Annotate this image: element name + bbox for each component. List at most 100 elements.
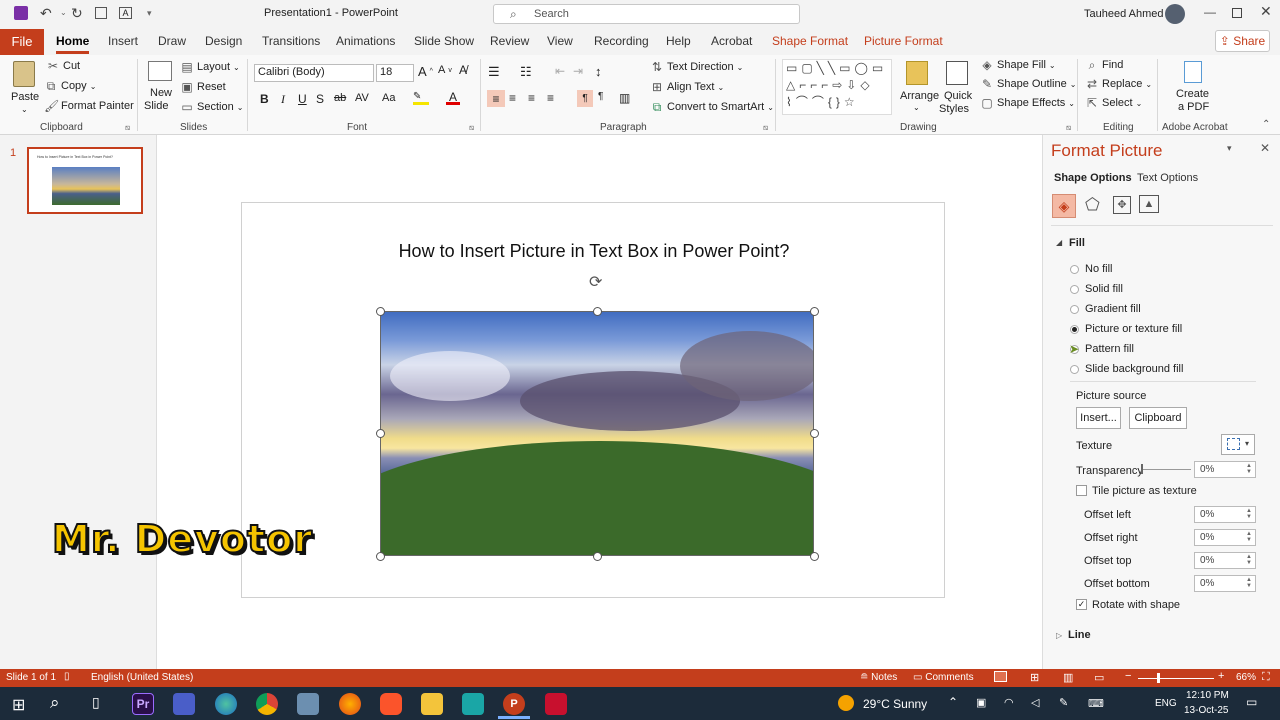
grow-font-icon[interactable]: A ^: [418, 64, 433, 79]
windows-start-icon[interactable]: ⊞: [12, 695, 25, 715]
spinner-icon[interactable]: ▲ ▼: [1246, 463, 1252, 475]
strikethrough-icon[interactable]: ab: [334, 92, 346, 104]
tab-acrobat[interactable]: Acrobat: [711, 34, 752, 48]
resize-handle[interactable]: [810, 429, 819, 438]
file-explorer-icon[interactable]: [421, 693, 443, 715]
char-spacing-icon[interactable]: AV: [355, 92, 369, 104]
rtl-icon[interactable]: ¶: [577, 90, 593, 107]
shapes-gallery[interactable]: ▭▢╲╲▭◯▭ △⌐⌐⌐⇨⇩◇ ⌇⌒⌒{}☆: [782, 59, 892, 115]
clipboard-launcher-icon[interactable]: ⧅: [125, 123, 130, 133]
font-size-box[interactable]: 18: [376, 64, 414, 82]
highlight-icon[interactable]: ✎: [413, 91, 429, 105]
find-button[interactable]: ⌕ Find: [1085, 58, 1124, 72]
pane-options-dropdown-icon[interactable]: ▾: [1227, 143, 1232, 154]
zoom-out-icon[interactable]: −: [1125, 670, 1131, 682]
present-icon[interactable]: [95, 7, 107, 19]
brave-icon[interactable]: [380, 693, 402, 715]
weather-text[interactable]: 29°C Sunny: [863, 697, 927, 711]
rotate-with-shape-checkbox[interactable]: ✓: [1076, 599, 1087, 610]
paste-button[interactable]: Paste ⌄: [8, 59, 40, 117]
shape-fill-button[interactable]: ◈ Shape Fill ⌄: [980, 58, 1055, 72]
size-properties-icon[interactable]: ✥: [1113, 196, 1131, 214]
task-view-icon[interactable]: ▯: [92, 694, 100, 711]
change-case-icon[interactable]: Aa: [382, 92, 395, 104]
drawing-launcher-icon[interactable]: ⧅: [1066, 123, 1071, 133]
radio-slide-bg-fill[interactable]: [1070, 364, 1079, 374]
tab-shape-format[interactable]: Shape Format: [772, 34, 848, 48]
chrome-icon[interactable]: [256, 693, 278, 715]
tab-shape-options[interactable]: Shape Options: [1054, 172, 1132, 184]
slideshow-icon[interactable]: ▭: [1094, 671, 1104, 684]
resize-handle[interactable]: [376, 552, 385, 561]
fill-option-solid[interactable]: Solid fill: [1070, 283, 1123, 295]
line-spacing-icon[interactable]: ↕: [595, 64, 602, 79]
redo-icon[interactable]: ↻: [71, 5, 83, 22]
align-center-icon[interactable]: ≡: [509, 91, 516, 105]
slide-title[interactable]: How to Insert Picture in Text Box in Pow…: [242, 241, 946, 262]
tray-chevron-icon[interactable]: ⌃: [948, 695, 958, 709]
decrease-indent-icon[interactable]: ⇤: [555, 64, 565, 78]
mcafee-icon[interactable]: [545, 693, 567, 715]
app-icon[interactable]: [297, 693, 319, 715]
tab-insert[interactable]: Insert: [108, 34, 138, 48]
user-name[interactable]: Tauheed Ahmed: [1084, 8, 1164, 20]
clipboard-picture-button[interactable]: Clipboard: [1129, 407, 1187, 429]
transparency-slider-thumb[interactable]: [1141, 464, 1143, 474]
convert-smartart-button[interactable]: ⧉ Convert to SmartArt ⌄: [650, 100, 774, 114]
texture-picker[interactable]: ▾: [1221, 434, 1255, 455]
section-button[interactable]: ▭ Section ⌄: [180, 100, 243, 114]
powerpoint-taskbar-icon[interactable]: P: [503, 693, 525, 715]
radio-picture-fill[interactable]: [1070, 324, 1079, 334]
undo-icon[interactable]: ↶: [40, 5, 52, 22]
tab-transitions[interactable]: Transitions: [262, 34, 320, 48]
fill-collapse-icon[interactable]: ◢: [1056, 238, 1062, 247]
shrink-font-icon[interactable]: Av: [438, 64, 452, 76]
ltr-icon[interactable]: ¶: [598, 91, 603, 102]
tab-help[interactable]: Help: [666, 34, 691, 48]
fill-option-gradient[interactable]: Gradient fill: [1070, 303, 1141, 315]
resize-handle[interactable]: [376, 307, 385, 316]
avatar[interactable]: [1165, 4, 1185, 24]
offset-left-input[interactable]: 0% ▲ ▼: [1194, 506, 1256, 523]
tab-file[interactable]: File: [0, 29, 44, 55]
effects-pentagon-icon[interactable]: ⬠: [1085, 195, 1100, 215]
spinner-icon[interactable]: ▲ ▼: [1246, 508, 1252, 520]
tab-home[interactable]: Home: [56, 34, 90, 54]
firefox-icon[interactable]: [339, 693, 361, 715]
justify-icon[interactable]: ≡: [547, 91, 554, 105]
normal-view-icon[interactable]: [994, 671, 1007, 682]
reading-view-icon[interactable]: ▥: [1063, 671, 1073, 684]
tab-animations[interactable]: Animations: [336, 34, 395, 48]
bullets-icon[interactable]: ☰: [488, 64, 500, 80]
offset-top-input[interactable]: 0% ▲ ▼: [1194, 552, 1256, 569]
tab-text-options[interactable]: Text Options: [1137, 172, 1198, 184]
zoom-in-icon[interactable]: +: [1218, 670, 1224, 682]
tab-slide-show[interactable]: Slide Show: [414, 34, 474, 48]
shape-effects-button[interactable]: ▢ Shape Effects ⌄: [980, 96, 1075, 110]
search-box[interactable]: ⌕ Search: [493, 4, 800, 24]
line-section-header[interactable]: Line: [1068, 629, 1091, 641]
tile-checkbox[interactable]: [1076, 485, 1087, 496]
zoom-level[interactable]: 66%: [1236, 672, 1256, 683]
create-pdf-button[interactable]: Create a PDF: [1170, 59, 1216, 117]
fill-option-no-fill[interactable]: No fill: [1070, 263, 1113, 275]
clock-date[interactable]: 13-Oct-25: [1184, 705, 1228, 716]
taskbar-search-icon[interactable]: ⌕: [50, 693, 60, 713]
replace-button[interactable]: ⇄ Replace ⌄: [1085, 77, 1152, 91]
arrange-button[interactable]: Arrange ⌄: [898, 59, 939, 117]
font-name-box[interactable]: Calibri (Body): [254, 64, 374, 82]
zoom-slider[interactable]: [1138, 678, 1214, 679]
cut-button[interactable]: ✂ Cut: [46, 59, 80, 73]
select-button[interactable]: ⇱ Select ⌄: [1085, 96, 1142, 110]
offset-right-input[interactable]: 0% ▲ ▼: [1194, 529, 1256, 546]
notifications-icon[interactable]: ▭: [1246, 695, 1257, 709]
pen-tray-icon[interactable]: ✎: [1059, 696, 1068, 709]
language-status[interactable]: English (United States): [91, 672, 193, 683]
restore-icon[interactable]: [1232, 8, 1242, 18]
reset-button[interactable]: ▣ Reset: [180, 80, 225, 94]
slide-count[interactable]: Slide 1 of 1: [6, 672, 56, 683]
fill-option-slide-bg[interactable]: Slide background fill: [1070, 363, 1183, 375]
edge-icon[interactable]: [215, 693, 237, 715]
picture-icon[interactable]: ▲: [1139, 195, 1159, 213]
pane-close-icon[interactable]: ✕: [1260, 141, 1270, 155]
